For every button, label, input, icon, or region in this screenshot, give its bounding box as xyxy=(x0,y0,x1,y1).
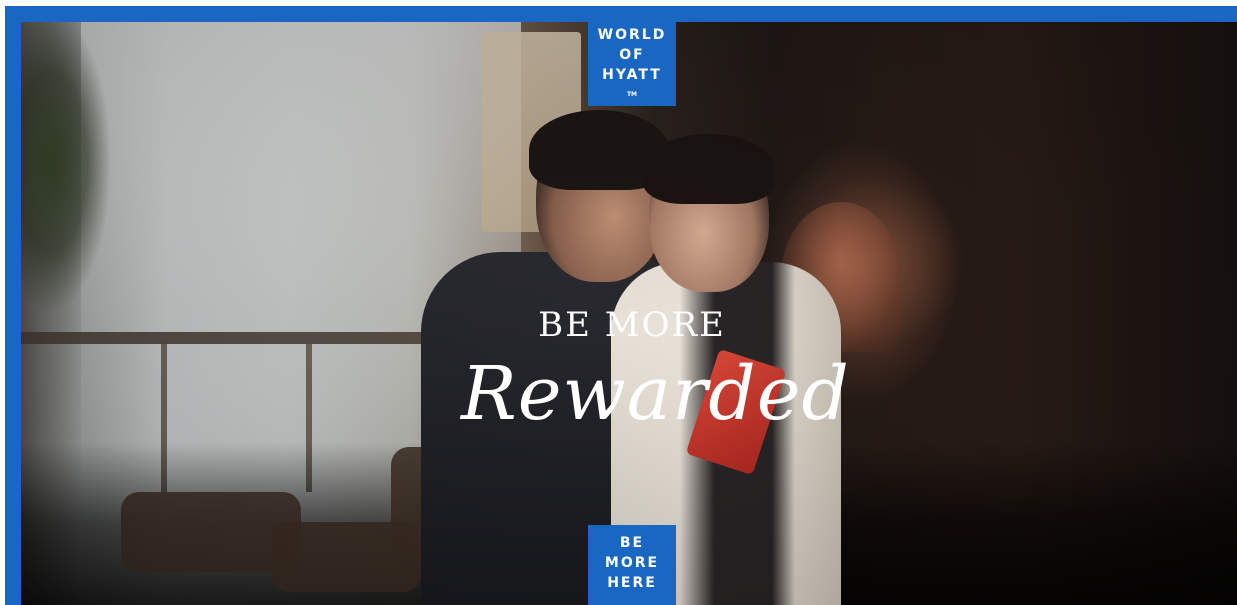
frame-border-left xyxy=(5,6,21,605)
logo-line: WORLD xyxy=(597,27,667,43)
logo-line: HYATT TM xyxy=(588,65,676,105)
cta-line: BE xyxy=(619,535,645,551)
logo-line: OF xyxy=(619,47,645,63)
hero-banner: WORLD OF HYATT TM BE MORE Rewarded BE MOR… xyxy=(21,22,1237,605)
world-of-hyatt-logo[interactable]: WORLD OF HYATT TM xyxy=(588,22,676,106)
hero-headline: BE MORE xyxy=(538,305,726,345)
cta-line: HERE xyxy=(607,575,657,591)
cta-line: MORE xyxy=(604,555,660,571)
page-frame: WORLD OF HYATT TM BE MORE Rewarded BE MOR… xyxy=(0,0,1237,605)
frame-border-top xyxy=(5,6,1237,22)
logo-line-text: HYATT xyxy=(602,67,662,83)
logo-trademark: TM xyxy=(626,91,638,98)
hero-script-text: Rewarded xyxy=(461,351,850,437)
be-more-here-button[interactable]: BE MORE HERE xyxy=(588,525,676,605)
